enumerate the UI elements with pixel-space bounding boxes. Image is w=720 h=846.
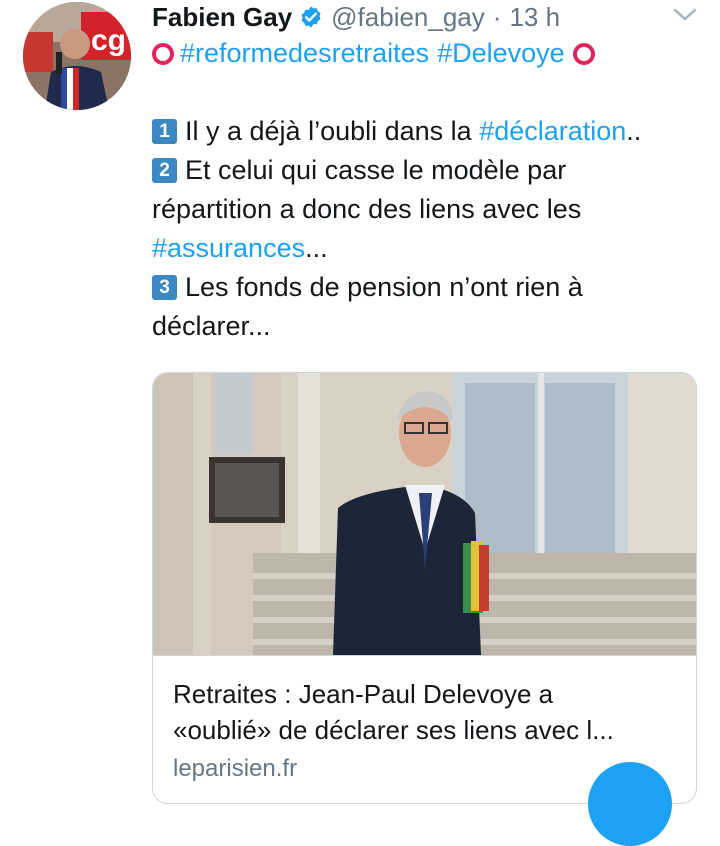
tweet-text-segment: Et celui qui casse le modèle par — [185, 155, 567, 185]
tweet-line: déclarer... — [152, 307, 712, 346]
keycap-digit-icon: 1 — [152, 119, 177, 144]
tweet-text-segment: .. — [626, 116, 642, 146]
tweet-line: 2 Et celui qui casse le modèle par — [152, 151, 712, 190]
keycap-digit-icon: 2 — [152, 158, 177, 183]
header-separator: · — [492, 1, 502, 32]
card-title-line: «oublié» de déclarer ses liens avec l... — [173, 715, 614, 745]
tweet-text-segment: répartition a donc des liens avec les — [152, 194, 582, 224]
link-preview-card[interactable]: Retraites : Jean-Paul Delevoye a «oublié… — [152, 372, 697, 804]
tweet-line: 1 Il y a déjà l’oubli dans la #déclarati… — [152, 112, 712, 151]
verified-badge-icon — [301, 6, 321, 28]
hollow-red-circle-icon — [152, 42, 174, 65]
hashtag-delevoye[interactable]: #Delevoye — [437, 38, 565, 69]
card-divider — [153, 655, 696, 656]
card-title[interactable]: Retraites : Jean-Paul Delevoye a «oublié… — [173, 676, 678, 748]
avatar-banner-text: cg — [91, 24, 126, 57]
chevron-down-icon[interactable] — [672, 6, 698, 24]
card-image — [153, 373, 696, 655]
author-avatar[interactable]: cg — [23, 2, 131, 110]
tweet-text-segment: déclarer... — [152, 311, 271, 341]
hashtag-assurances[interactable]: #assurances — [152, 229, 305, 268]
tweet-timestamp[interactable]: 13 h — [509, 2, 560, 33]
hashtag-line: #reformedesretraites #Delevoye — [152, 38, 595, 69]
author-handle[interactable]: @fabien_gay — [331, 2, 485, 33]
compose-tweet-button[interactable] — [588, 762, 672, 846]
tweet-line: répartition a donc des liens avec les — [152, 190, 712, 229]
card-title-line: Retraites : Jean-Paul Delevoye a — [173, 679, 554, 709]
tweet-text-segment: ... — [305, 233, 328, 263]
hollow-red-circle-icon — [572, 42, 595, 65]
tweet-header: Fabien Gay @fabien_gay · 13 h — [152, 0, 560, 34]
hashtag-reformedesretraites[interactable]: #reformedesretraites — [180, 38, 429, 69]
tweet-text-segment: Il y a déjà l’oubli dans la — [185, 116, 480, 146]
card-domain: leparisien.fr — [173, 755, 298, 782]
author-name[interactable]: Fabien Gay — [152, 2, 292, 33]
tweet-line: 3 Les fonds de pension n’ont rien à — [152, 268, 712, 307]
tweet-text-segment: Les fonds de pension n’ont rien à — [185, 272, 583, 302]
hashtag-declaration[interactable]: #déclaration — [479, 112, 626, 151]
tweet-line: #assurances ... — [152, 229, 712, 268]
keycap-digit-icon: 3 — [152, 275, 177, 300]
tweet-text: 1 Il y a déjà l’oubli dans la #déclarati… — [152, 112, 712, 346]
